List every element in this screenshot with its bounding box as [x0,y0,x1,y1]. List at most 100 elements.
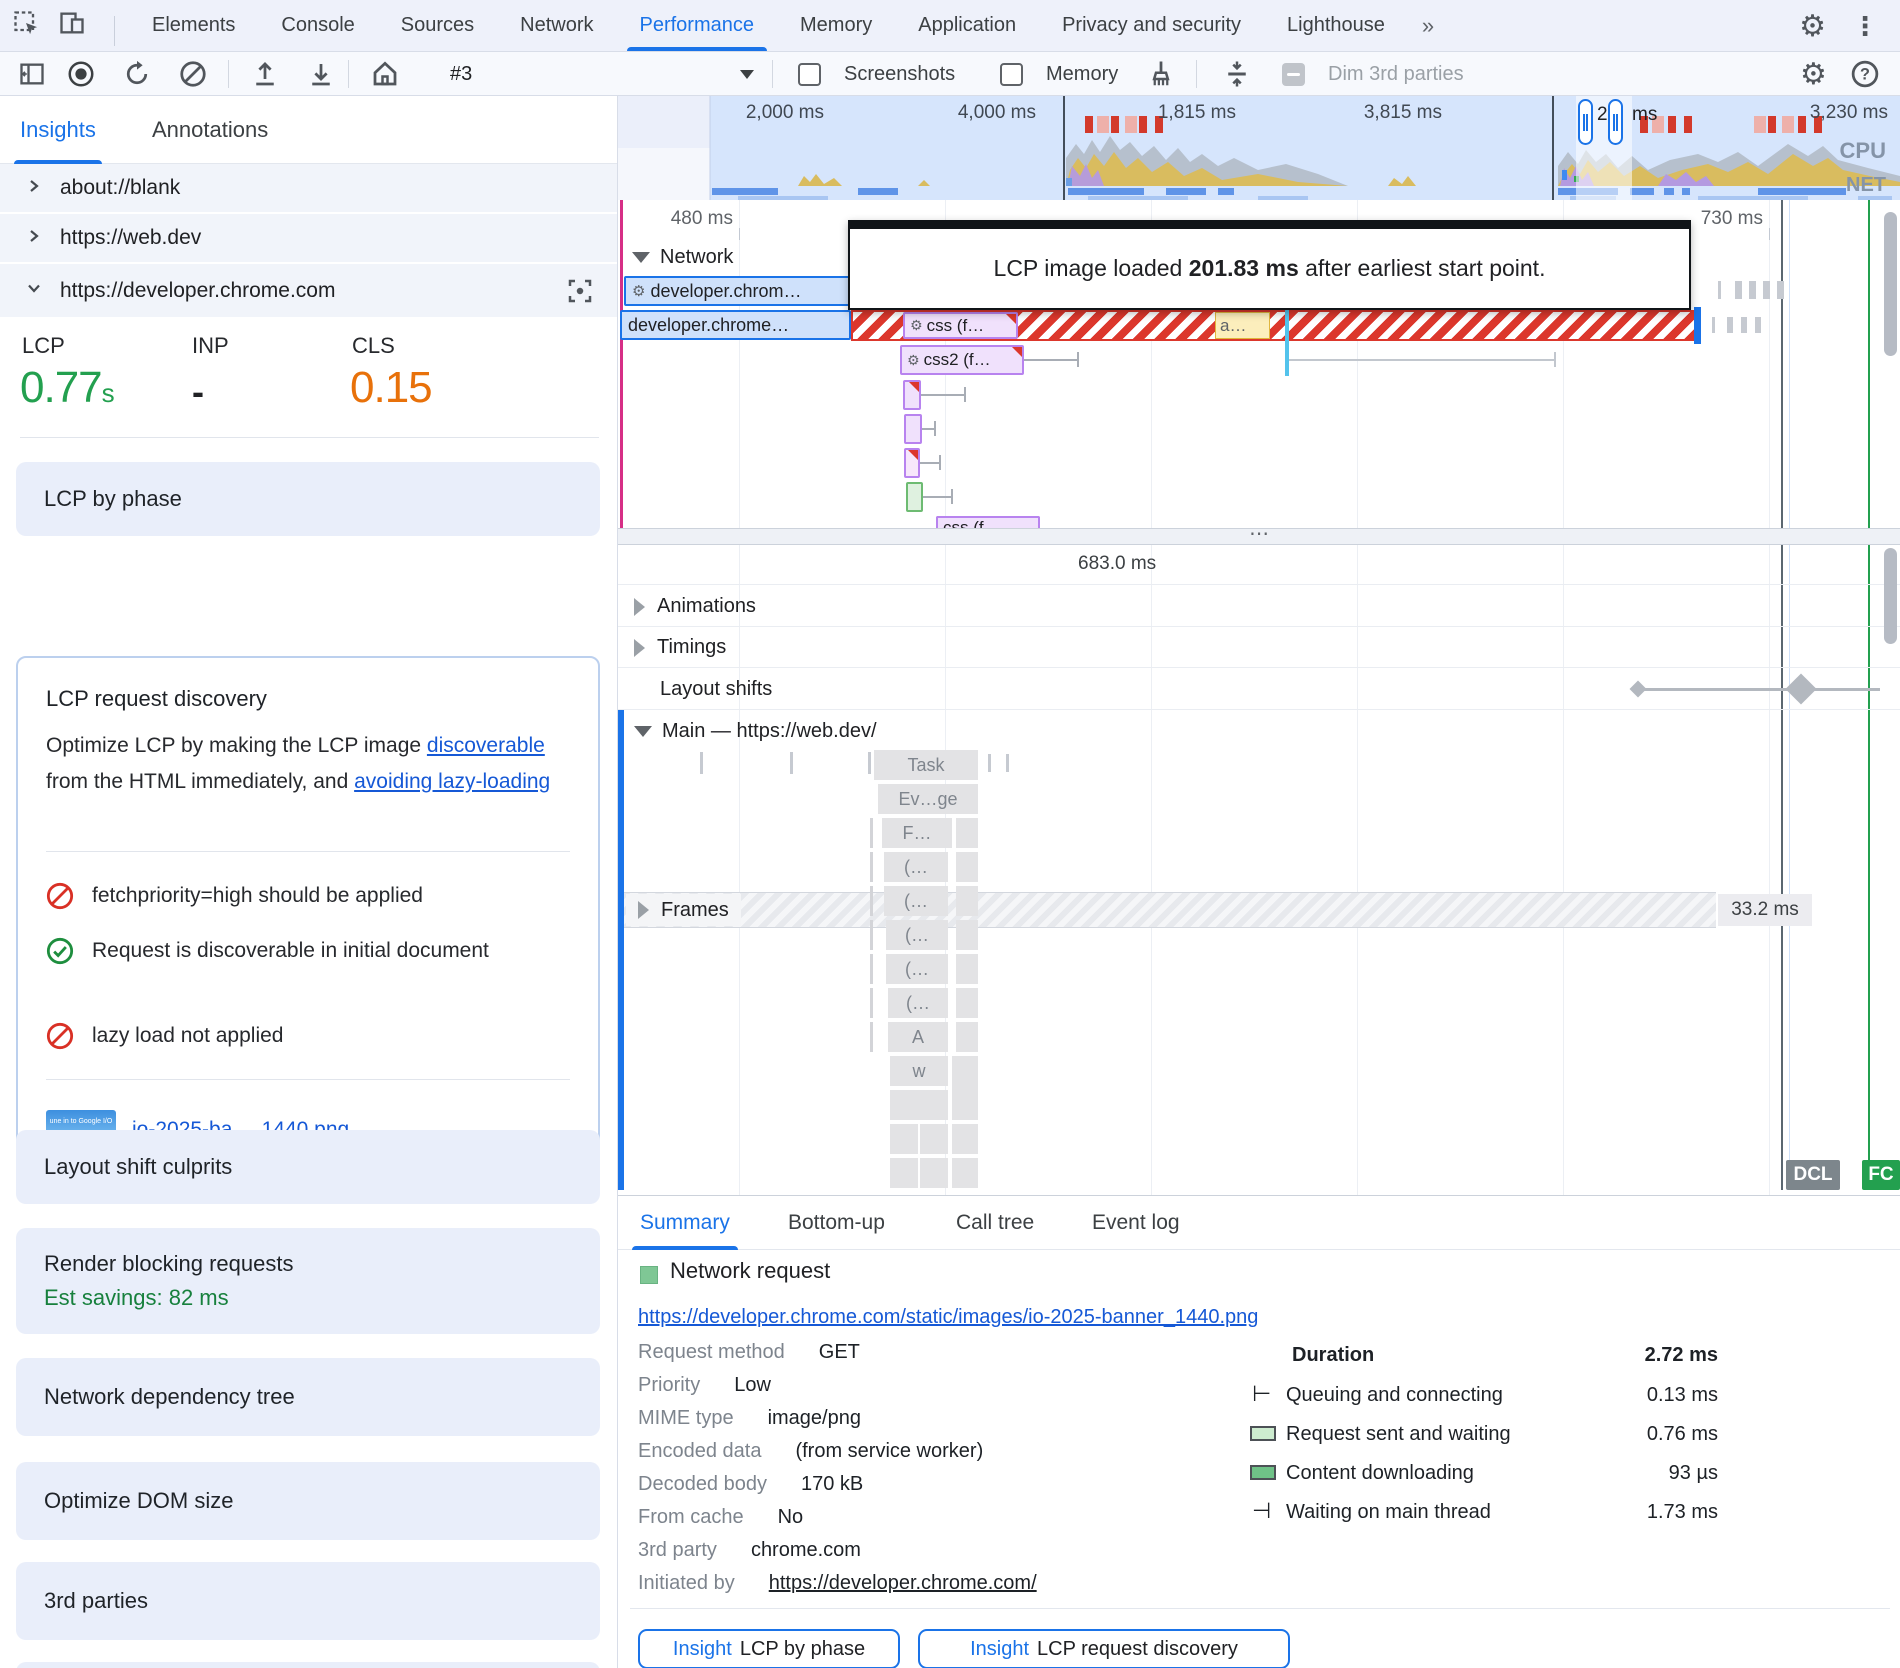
small-request-box[interactable] [904,414,922,444]
record-and-reload-icon[interactable] [122,52,152,96]
scrollbar-thumb[interactable] [1884,212,1897,356]
tab-application[interactable]: Application [895,0,1039,51]
css-request-box[interactable]: ⚙ css2 (f… [900,345,1024,375]
main-task[interactable]: A [888,1022,948,1052]
frames-track[interactable]: Frames 683.0 ms 33.2 ms [618,545,1900,585]
track-splitter-handle[interactable]: ⋯ [618,528,1900,545]
tab-bottom-up[interactable]: Bottom-up [788,1196,885,1250]
upload-trace-icon[interactable] [250,52,280,96]
insight-partial[interactable] [16,1662,600,1668]
selection-left-handle[interactable] [1578,99,1593,145]
toggle-sidebar-icon[interactable] [18,52,46,96]
flame-chart[interactable]: 480 ms 730 ms Network ⚙ developer.chrom… [618,200,1900,1195]
insight-layout-shift-culprits[interactable]: Layout shift culprits [16,1130,600,1204]
network-request-lcp[interactable]: developer.chrome… [620,310,851,340]
main-task[interactable] [956,920,978,950]
css-request-box-clipped[interactable]: css (f [936,516,1040,528]
network-track-header[interactable]: Network [632,246,733,269]
main-task[interactable] [890,1158,918,1188]
help-icon[interactable]: ? [1850,52,1880,96]
main-task[interactable] [952,1056,978,1090]
timeline-overview[interactable]: 2,000 ms 4,000 ms 1,815 ms 3,815 ms 3,23… [618,96,1900,200]
network-request-selected[interactable]: ⚙ developer.chrom… [624,276,851,306]
tab-memory[interactable]: Memory [777,0,895,51]
animations-track[interactable]: Animations [618,585,1900,627]
main-task[interactable]: F… [882,818,952,848]
main-task[interactable] [890,1090,948,1120]
insight-lcp-by-phase-button[interactable]: InsightLCP by phase [638,1629,900,1668]
trace-row-developer-chrome[interactable]: https://developer.chrome.com [0,264,617,319]
tab-network[interactable]: Network [497,0,616,51]
insight-lcp-request-discovery-button[interactable]: InsightLCP request discovery [918,1629,1290,1668]
layout-shift-diamond[interactable] [1785,673,1816,704]
main-task[interactable] [956,1022,978,1052]
insight-network-dependency-tree[interactable]: Network dependency tree [16,1358,600,1436]
screenshots-checkbox[interactable] [798,52,821,96]
dcl-marker-badge[interactable]: DCL [1786,1160,1840,1190]
settings-gear-icon[interactable]: ⚙ [1799,9,1826,44]
record-button[interactable] [66,52,96,96]
main-task[interactable] [956,818,978,848]
insight-lcp-request-discovery[interactable]: LCP request discovery Optimize LCP by ma… [16,656,600,1200]
trace-history-dropdown-icon[interactable] [740,52,754,96]
css-request-box[interactable]: ⚙ css (f… [903,312,1018,339]
font-request-box[interactable]: a… [1215,312,1270,339]
frames-track-header[interactable]: Frames [626,894,741,926]
device-toolbar-icon[interactable] [58,9,86,42]
clear-icon[interactable] [178,52,208,96]
tab-annotations[interactable]: Annotations [152,96,268,164]
insight-optimize-dom-size[interactable]: Optimize DOM size [16,1462,600,1540]
trace-row-web-dev[interactable]: https://web.dev [0,214,617,264]
tab-lighthouse[interactable]: Lighthouse [1264,0,1408,51]
tab-insights[interactable]: Insights [20,96,96,164]
small-request-box[interactable] [903,380,921,410]
trace-row-about-blank[interactable]: about://blank [0,164,617,214]
scrollbar-thumb[interactable] [1884,548,1897,644]
insight-render-blocking[interactable]: Render blocking requests Est savings: 82… [16,1228,600,1334]
main-track-header[interactable]: Main — https://web.dev/ [634,720,877,743]
layout-shift-diamond[interactable] [1630,681,1647,698]
timings-track[interactable]: Timings [618,627,1900,668]
capture-settings-gear-icon[interactable]: ⚙ [1800,52,1827,96]
insight-lcp-by-phase[interactable]: LCP by phase [16,462,600,536]
main-task[interactable] [956,886,978,916]
main-task[interactable]: (… [886,920,948,950]
tab-privacy-security[interactable]: Privacy and security [1039,0,1264,51]
initiator-link[interactable]: https://developer.chrome.com/ [769,1572,1037,1595]
kebab-menu-icon[interactable]: ⋮ [1852,11,1878,42]
main-task[interactable] [956,988,978,1018]
small-request-box[interactable] [906,482,923,512]
dim-3rd-parties-checkbox[interactable] [1282,52,1305,96]
home-icon[interactable] [370,52,400,96]
main-task[interactable]: w [890,1056,948,1086]
main-task[interactable]: Task [874,750,978,780]
main-task[interactable] [956,852,978,882]
main-task[interactable] [920,1124,948,1154]
main-task[interactable] [920,1158,948,1188]
insight-3rd-parties[interactable]: 3rd parties [16,1562,600,1640]
request-url-link[interactable]: https://developer.chrome.com/static/imag… [638,1306,1258,1329]
focus-trace-icon[interactable] [565,276,595,311]
tab-sources[interactable]: Sources [378,0,497,51]
main-task[interactable]: (… [884,886,948,916]
tab-console[interactable]: Console [258,0,377,51]
layout-shifts-track[interactable]: Layout shifts [618,668,1900,710]
main-task[interactable]: (… [884,852,948,882]
download-trace-icon[interactable] [306,52,336,96]
more-tabs-icon[interactable]: » [1408,0,1448,51]
main-task[interactable]: (… [888,988,948,1018]
small-request-box[interactable] [904,448,920,478]
main-task[interactable] [952,1158,978,1188]
trace-history-selector[interactable]: #3 [450,52,472,96]
main-task[interactable] [956,954,978,984]
main-task[interactable]: Ev…ge [878,784,978,814]
main-task[interactable] [890,1124,918,1154]
collapse-flame-icon[interactable] [1222,52,1252,96]
inspect-icon[interactable] [12,9,40,42]
garbage-collect-icon[interactable] [1146,52,1176,96]
fcp-marker-badge[interactable]: FC [1862,1160,1900,1190]
main-task[interactable] [952,1090,978,1120]
main-task[interactable] [952,1124,978,1154]
selection-right-handle[interactable] [1608,99,1623,145]
main-task[interactable]: (… [886,954,948,984]
